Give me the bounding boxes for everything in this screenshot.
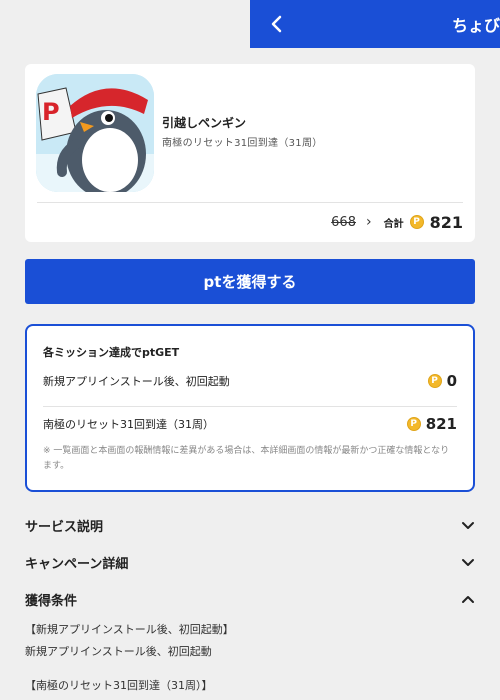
condition-heading: 【新規アプリインストール後、初回起動】	[25, 623, 234, 636]
app-name: 引越しペンギン	[162, 116, 247, 130]
coin-icon: P	[409, 215, 424, 229]
chevron-left-icon	[271, 15, 282, 33]
mission-note: ※ 一覧画面と本画面の報酬情報に差異がある場合は、本詳細画面の情報が最新かつ正確…	[43, 446, 450, 471]
section-title: キャンペーン詳細	[25, 556, 129, 572]
divider	[37, 202, 463, 203]
old-points: 668	[331, 214, 356, 230]
chevron-right-icon: ›	[365, 214, 372, 230]
mission-label: 南極のリセット31回到達（31周）	[43, 418, 214, 431]
app-card: P 引越しペンギン 南極のリセット31回到達（31周） 668 › 合計 P 8…	[25, 64, 475, 242]
mission-points-value: 821	[425, 415, 457, 433]
mission-row: 南極のリセット31回到達（31周） P 821	[43, 413, 457, 435]
penguin-app-icon: P	[36, 74, 154, 192]
mission-row: 新規アプリインストール後、初回起動 P 0	[43, 370, 457, 392]
total-points: 821	[429, 212, 463, 232]
header-title: ちょび	[452, 16, 500, 35]
mission-title: 各ミッション達成でptGET	[43, 346, 180, 359]
section-title: 獲得条件	[25, 593, 78, 609]
section-campaign-details[interactable]: キャンペーン詳細	[25, 551, 475, 573]
total-label: 合計	[383, 218, 404, 230]
section-title: サービス説明	[25, 519, 104, 535]
mission-label: 新規アプリインストール後、初回起動	[43, 375, 230, 388]
mission-points: P 821	[406, 415, 457, 433]
condition-heading: 【南極のリセット31回到達（31周）】	[25, 679, 213, 692]
section-service-description[interactable]: サービス説明	[25, 514, 475, 536]
coin-icon: P	[406, 417, 421, 431]
svg-text:P: P	[42, 98, 60, 126]
chevron-down-icon	[462, 522, 474, 529]
condition-text: 新規アプリインストール後、初回起動	[25, 645, 212, 658]
mission-box: 各ミッション達成でptGET 新規アプリインストール後、初回起動 P 0 南極の…	[25, 324, 475, 492]
coin-icon: P	[427, 374, 442, 388]
mission-points-value: 0	[446, 372, 457, 390]
divider	[43, 406, 457, 407]
header-bar: ちょび	[250, 0, 500, 48]
back-button[interactable]	[264, 12, 288, 36]
get-points-button[interactable]: ptを獲得する	[25, 259, 475, 304]
app-subtitle: 南極のリセット31回到達（31周）	[162, 138, 323, 149]
app-icon[interactable]: P	[36, 74, 154, 192]
chevron-down-icon	[462, 559, 474, 566]
mission-points: P 0	[427, 372, 457, 390]
points-summary: 668 › 合計 P 821	[331, 211, 463, 233]
section-acquisition-conditions[interactable]: 獲得条件	[25, 588, 475, 610]
chevron-up-icon	[462, 596, 474, 603]
